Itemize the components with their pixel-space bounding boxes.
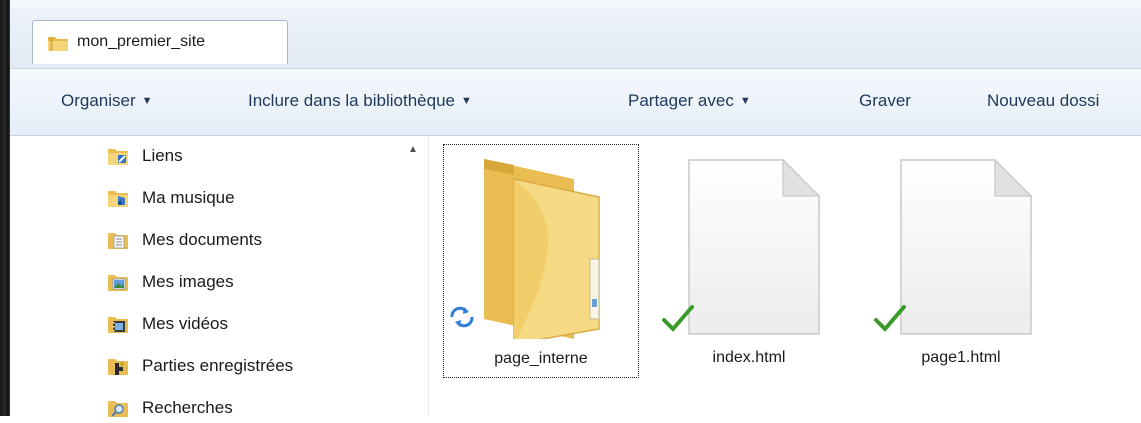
burn-label: Graver	[859, 91, 911, 110]
synced-check-icon	[874, 305, 906, 332]
include-library-label: Inclure dans la bibliothèque	[248, 91, 455, 110]
sidebar-item-label: Mes vidéos	[142, 314, 228, 333]
new-folder-label: Nouveau dossi	[987, 91, 1100, 110]
include-library-menu-button[interactable]: Inclure dans la bibliothèque ▼	[248, 91, 472, 111]
sidebar-item-label: Liens	[142, 146, 183, 165]
searches-icon	[108, 401, 128, 417]
dropdown-arrow-icon: ▼	[141, 95, 153, 107]
sidebar-item-label: Mes images	[142, 272, 234, 291]
file-name-label: page_interne	[494, 350, 588, 367]
folder-icon	[484, 159, 600, 339]
burn-button[interactable]: Graver	[859, 91, 911, 111]
sidebar-item-parties-enregistrees[interactable]: Parties enregistrées	[106, 351, 406, 381]
sidebar-item-label: Parties enregistrées	[142, 356, 294, 375]
pictures-folder-icon	[108, 275, 128, 291]
sync-pending-icon	[450, 306, 474, 328]
command-bar: Organiser ▼ Inclure dans la bibliothèque ▼…	[10, 69, 1141, 136]
navigation-pane[interactable]: ▲ Liens Ma musique Mes documents Mes ima…	[10, 136, 429, 417]
sidebar-item-recherches[interactable]: Recherches	[106, 393, 406, 423]
saved-games-icon	[108, 359, 128, 375]
file-item-index-html[interactable]: index.html	[649, 144, 849, 384]
folder-item-page-interne[interactable]: page_interne	[443, 144, 639, 378]
sidebar-item-label: Recherches	[142, 398, 233, 417]
title-bar: mon_premier_site	[10, 8, 1141, 69]
sidebar-item-mes-images[interactable]: Mes images	[106, 267, 406, 297]
sidebar-item-liens[interactable]: Liens	[106, 141, 406, 171]
folder-icon	[48, 37, 68, 51]
documents-folder-icon	[108, 233, 128, 249]
tab-label: mon_premier_site	[77, 33, 206, 50]
share-with-label: Partager avec	[628, 91, 734, 110]
tab-mon-premier-site[interactable]: mon_premier_site	[32, 20, 288, 64]
file-item-page1-html[interactable]: page1.html	[861, 144, 1061, 384]
file-name-label: page1.html	[921, 349, 1001, 366]
new-folder-button[interactable]: Nouveau dossi	[987, 91, 1099, 111]
organize-menu-button[interactable]: Organiser ▼	[61, 91, 153, 111]
sidebar-item-ma-musique[interactable]: Ma musique	[106, 183, 406, 213]
file-list-pane[interactable]: page_interne index.html page1.html	[429, 136, 1141, 416]
organize-label: Organiser	[61, 91, 136, 110]
dropdown-arrow-icon: ▼	[460, 95, 472, 107]
window-top-strip	[10, 0, 1141, 8]
share-with-menu-button[interactable]: Partager avec ▼	[628, 91, 751, 111]
dropdown-arrow-icon: ▼	[739, 95, 751, 107]
window-frame-left	[0, 0, 10, 416]
file-name-label: index.html	[712, 349, 786, 366]
scroll-up-arrow-icon[interactable]: ▲	[408, 144, 418, 155]
sidebar-item-mes-documents[interactable]: Mes documents	[106, 225, 406, 255]
sidebar-item-mes-videos[interactable]: Mes vidéos	[106, 309, 406, 339]
blank-document-icon	[900, 158, 1033, 335]
music-folder-icon	[108, 191, 128, 207]
blank-document-icon	[688, 158, 821, 335]
synced-check-icon	[662, 305, 694, 332]
sidebar-item-label: Ma musique	[142, 188, 235, 207]
sidebar-item-label: Mes documents	[142, 230, 262, 249]
links-icon	[108, 149, 128, 165]
videos-folder-icon	[108, 317, 128, 333]
